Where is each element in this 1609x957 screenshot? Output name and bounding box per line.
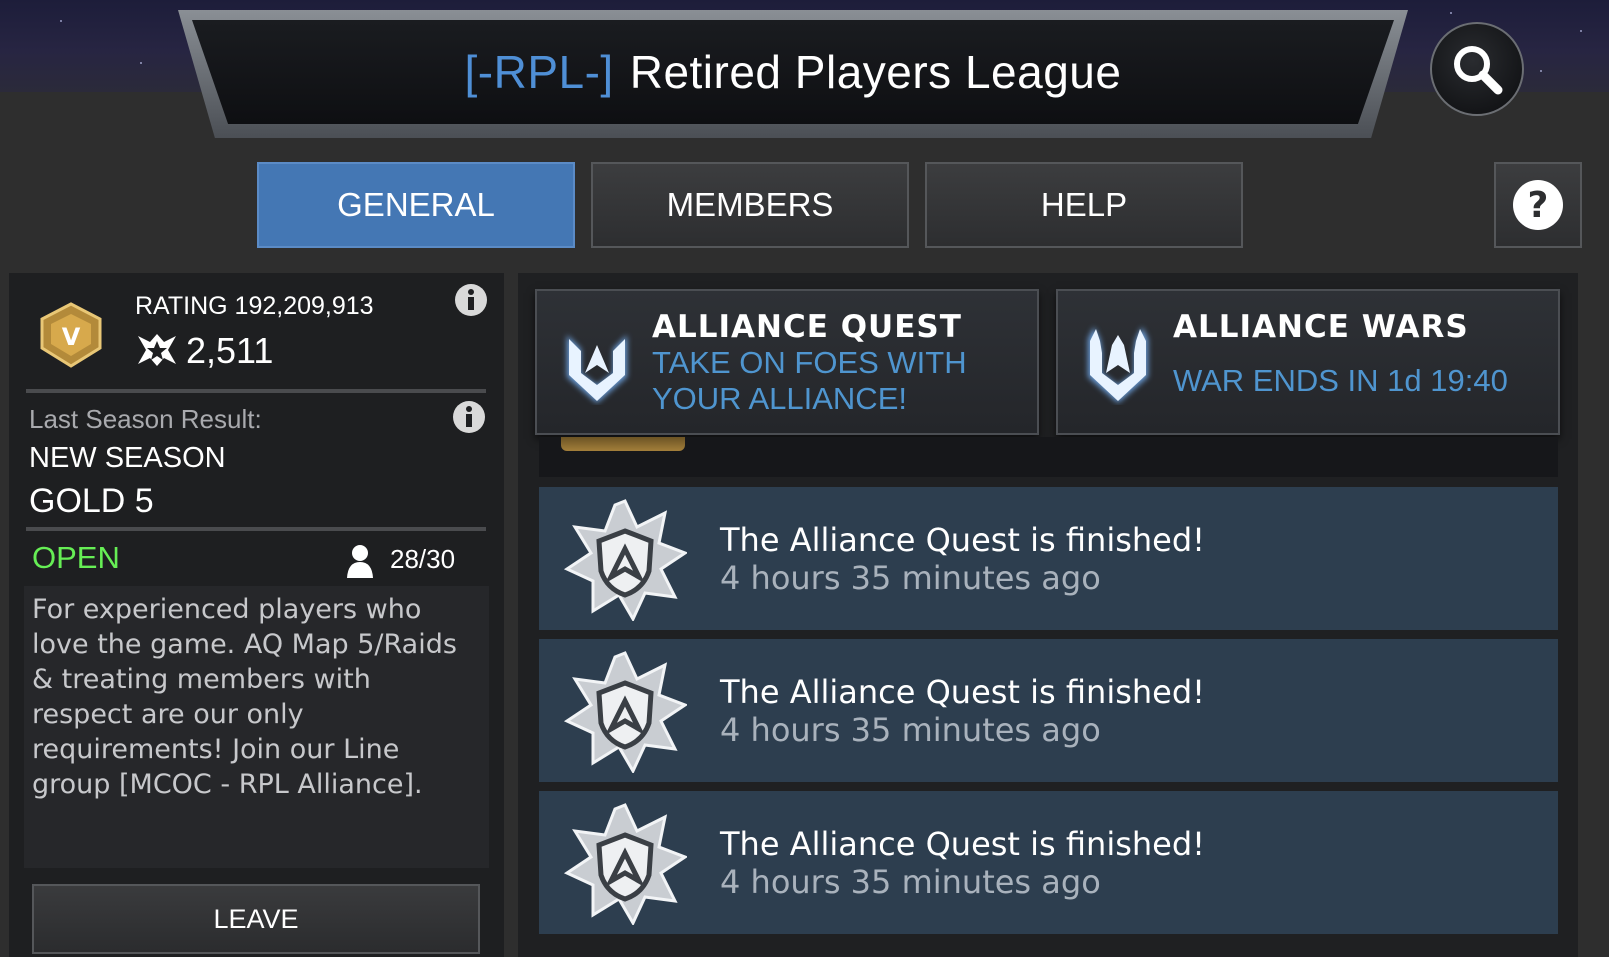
- quest-finished-icon: [563, 499, 687, 621]
- divider: [26, 389, 486, 393]
- alliance-quest-title: ALLIANCE QUEST: [652, 309, 962, 345]
- feed-item[interactable]: The Alliance Quest is finished! 4 hours …: [539, 487, 1558, 630]
- tab-help-label: HELP: [1040, 186, 1128, 223]
- feed-item[interactable]: The Alliance Quest is finished! 4 hours …: [539, 639, 1558, 782]
- member-icon: [347, 545, 373, 578]
- tab-general-label: GENERAL: [337, 186, 495, 223]
- feed-item-partial: [539, 437, 1558, 477]
- reward-chest-icon: [561, 437, 685, 451]
- alliance-wars-title: ALLIANCE WARS: [1173, 309, 1469, 345]
- info-icon[interactable]: [452, 400, 486, 434]
- leave-button[interactable]: LEAVE: [32, 884, 480, 954]
- rank-badge-icon: V: [40, 302, 102, 368]
- rating-label: RATING 192,209,913: [135, 292, 374, 320]
- tab-members-label: MEMBERS: [666, 186, 834, 223]
- tab-members[interactable]: MEMBERS: [591, 162, 909, 248]
- help-button[interactable]: ?: [1494, 162, 1582, 248]
- tab-general[interactable]: GENERAL: [257, 162, 575, 248]
- alliance-quest-subtitle-2: YOUR ALLIANCE!: [652, 381, 907, 416]
- alliance-description: For experienced players who love the gam…: [32, 594, 457, 800]
- alliance-quest-card[interactable]: ALLIANCE QUEST TAKE ON FOES WITH YOUR AL…: [535, 289, 1039, 435]
- feed-title: The Alliance Quest is finished!: [720, 521, 1205, 559]
- alliance-tag: [-RPL-]: [464, 46, 614, 98]
- feed-time: 4 hours 35 minutes ago: [720, 863, 1101, 901]
- alliance-wars-icon: [1088, 327, 1148, 403]
- alliance-name: Retired Players League: [629, 46, 1122, 98]
- tab-help[interactable]: HELP: [925, 162, 1243, 248]
- search-button[interactable]: [1430, 22, 1524, 116]
- last-season-label: Last Season Result:: [29, 404, 262, 434]
- alliance-title-plate: [-RPL-] Retired Players League: [192, 20, 1394, 124]
- status-badge: OPEN: [32, 540, 120, 575]
- feed-title: The Alliance Quest is finished!: [720, 673, 1205, 711]
- quest-finished-icon: [563, 651, 687, 773]
- last-season-value: NEW SEASON: [29, 442, 226, 474]
- search-icon: [1454, 46, 1503, 95]
- member-count: 28/30: [390, 544, 456, 574]
- quest-finished-icon: [563, 803, 687, 925]
- alliance-quest-icon: [567, 335, 627, 403]
- feed-time: 4 hours 35 minutes ago: [720, 559, 1101, 597]
- feed-title: The Alliance Quest is finished!: [720, 825, 1205, 863]
- alliance-wars-timer: WAR ENDS IN 1d 19:40: [1173, 363, 1508, 398]
- trophy-count: 2,511: [186, 330, 274, 371]
- feed-time: 4 hours 35 minutes ago: [720, 711, 1101, 749]
- info-icon[interactable]: [454, 283, 488, 317]
- divider: [26, 527, 486, 531]
- trophy-icon: [138, 334, 176, 366]
- alliance-wars-card[interactable]: ALLIANCE WARS WAR ENDS IN 1d 19:40: [1056, 289, 1560, 435]
- page-title: [-RPL-] Retired Players League: [465, 45, 1122, 99]
- alliance-quest-subtitle-1: TAKE ON FOES WITH: [652, 345, 967, 380]
- feed-item[interactable]: The Alliance Quest is finished! 4 hours …: [539, 791, 1558, 934]
- tier-label: GOLD 5: [29, 482, 154, 520]
- leave-button-label: LEAVE: [213, 903, 299, 934]
- rank-badge-letter: V: [62, 323, 81, 351]
- question-mark-icon: ?: [1513, 180, 1563, 230]
- svg-text:?: ?: [1528, 185, 1549, 226]
